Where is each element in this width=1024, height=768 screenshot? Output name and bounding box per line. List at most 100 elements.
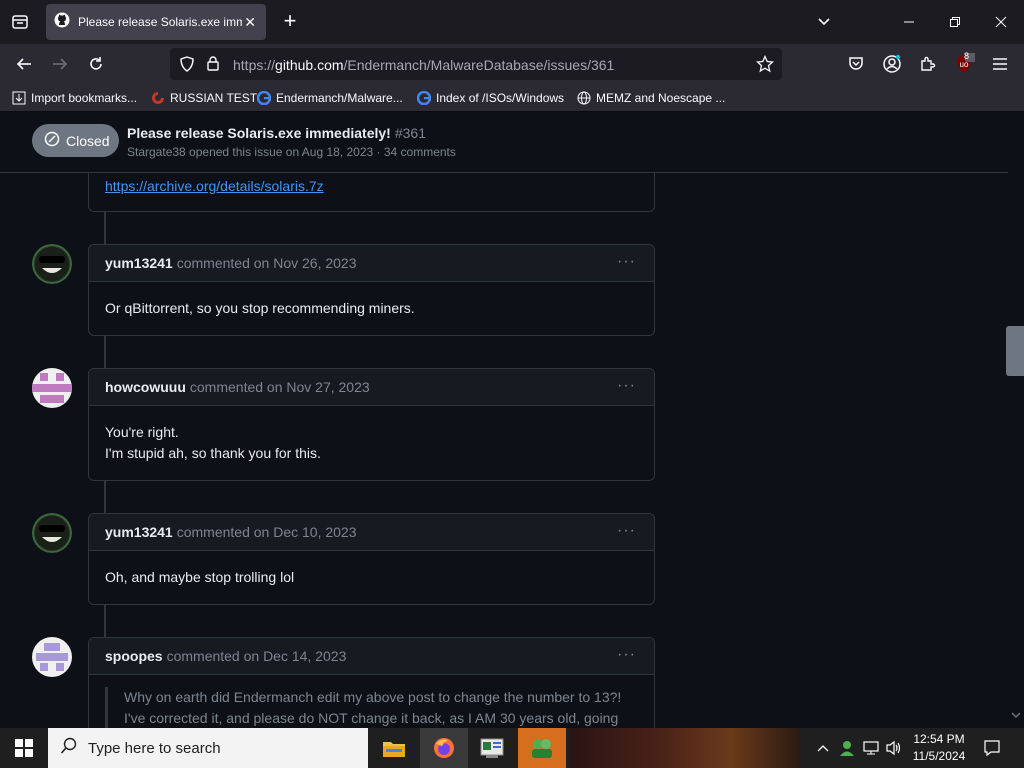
network-icon[interactable] (860, 728, 882, 768)
navigation-toolbar: https://github.com/Endermanch/MalwareDat… (0, 44, 1024, 84)
restore-icon[interactable] (943, 10, 967, 34)
bookmark-label: Endermanch/Malware... (276, 91, 403, 105)
search-placeholder: Type here to search (88, 739, 221, 757)
avatar[interactable] (32, 513, 72, 553)
avatar[interactable] (32, 637, 72, 677)
search-icon (60, 737, 78, 760)
url-text[interactable]: https://github.com/Endermanch/MalwareDat… (233, 57, 614, 73)
quoted-text: Why on earth did Endermanch edit my abov… (105, 687, 638, 728)
bookmark-label: Import bookmarks... (31, 91, 138, 105)
bookmark-label: MEMZ and Noescape ... (596, 91, 726, 105)
avatar[interactable] (32, 244, 72, 284)
address-bar[interactable]: https://github.com/Endermanch/MalwareDat… (170, 48, 782, 80)
bookmark-import[interactable]: Import bookmarks... (12, 90, 137, 106)
comment-text: I'm stupid ah, so thank you for this. (105, 445, 321, 461)
comment: spoopes commented on Dec 14, 2023 ··· Wh… (88, 637, 655, 728)
clock-date: 11/5/2024 (912, 749, 966, 763)
comment-text: Oh, and maybe stop trolling lol (105, 569, 295, 585)
issue-state-label: Closed (66, 132, 110, 149)
account-icon[interactable] (878, 50, 906, 78)
chevron-down-icon[interactable] (814, 12, 838, 32)
tab-title: Please release Solaris.exe imme (78, 15, 243, 29)
issue-state-badge: Closed (32, 124, 119, 157)
people-icon[interactable] (836, 728, 858, 768)
comment-author[interactable]: spoopes (105, 648, 163, 664)
comment: howcowuuu commented on Nov 27, 2023 ··· … (88, 368, 655, 481)
comment-author[interactable]: yum13241 (105, 524, 173, 540)
bookmark-index-isos[interactable]: Index of /ISOs/Windows (417, 90, 564, 106)
control-panel-icon[interactable] (468, 728, 516, 768)
side-panel-handle[interactable] (1006, 326, 1024, 376)
reload-icon[interactable] (82, 50, 110, 78)
comment-text: Or qBittorrent, so you stop recommending… (105, 300, 415, 316)
back-arrow-icon[interactable] (10, 50, 38, 78)
tab-list-icon[interactable] (6, 8, 34, 36)
windows-start-icon[interactable] (0, 728, 48, 768)
issue-number: #361 (394, 125, 426, 141)
bookmark-star-icon[interactable] (755, 54, 775, 78)
comment-header: howcowuuu commented on Nov 27, 2023 ··· (89, 369, 654, 406)
comment-date[interactable]: commented on Dec 10, 2023 (177, 524, 357, 540)
scrollbar[interactable] (1008, 113, 1024, 728)
bookmark-endermanch[interactable]: Endermanch/Malware... (257, 90, 403, 106)
minimize-icon[interactable] (897, 10, 921, 34)
file-explorer-icon[interactable] (370, 728, 418, 768)
clock-time: 12:54 PM (913, 732, 965, 746)
comment-date[interactable]: commented on Dec 14, 2023 (167, 648, 347, 664)
archive-link[interactable]: https://archive.org/details/solaris.7z (105, 178, 324, 194)
comment: yum13241 commented on Dec 10, 2023 ··· O… (88, 513, 655, 605)
ublock-icon[interactable]: uo 8 (950, 50, 978, 78)
globe-icon (577, 91, 591, 105)
more-options-icon[interactable]: ··· (617, 522, 636, 540)
more-options-icon[interactable]: ··· (617, 646, 636, 664)
github-issue-page: Closed Please release Solaris.exe immedi… (0, 113, 1008, 728)
extensions-icon[interactable] (914, 50, 942, 78)
comment-text: You're right. (105, 424, 179, 440)
google-icon (417, 91, 431, 105)
bookmark-memz[interactable]: MEMZ and Noescape ... (577, 90, 725, 106)
pocket-icon[interactable] (842, 50, 870, 78)
bookmark-label: Index of /ISOs/Windows (436, 91, 565, 105)
issue-meta: Stargate38 opened this issue on Aug 18, … (127, 145, 456, 159)
windows-taskbar: Type here to search 12:54 PM 11/5/2024 (0, 728, 1024, 768)
tab-close-icon[interactable]: ✕ (242, 14, 258, 31)
taskbar-clock[interactable]: 12:54 PM 11/5/2024 (906, 731, 972, 765)
more-options-icon[interactable]: ··· (617, 253, 636, 271)
comment-body: You're right. I'm stupid ah, so thank yo… (89, 406, 654, 480)
comment-header: yum13241 commented on Dec 10, 2023 ··· (89, 514, 654, 551)
bookmark-russian-test[interactable]: RUSSIAN TEST (151, 90, 257, 106)
timeline-connector (104, 480, 106, 514)
new-tab-icon[interactable]: + (278, 9, 302, 35)
forward-arrow-icon[interactable] (46, 50, 74, 78)
tab-active[interactable]: Please release Solaris.exe imme ✕ (46, 4, 266, 40)
comment-body: Why on earth did Endermanch edit my abov… (89, 675, 654, 728)
github-icon (54, 12, 70, 33)
taskbar-search[interactable]: Type here to search (48, 728, 368, 768)
chevron-up-icon[interactable] (812, 728, 834, 768)
comment-header: spoopes commented on Dec 14, 2023 ··· (89, 638, 654, 675)
lock-icon[interactable] (206, 55, 220, 77)
volume-icon[interactable] (883, 728, 905, 768)
comment-author[interactable]: yum13241 (105, 255, 173, 271)
firefox-icon[interactable] (420, 728, 468, 768)
comment-author[interactable]: howcowuuu (105, 379, 186, 395)
comment-header: yum13241 commented on Nov 26, 2023 ··· (89, 245, 654, 282)
comment-date[interactable]: commented on Nov 27, 2023 (190, 379, 370, 395)
issue-sticky-header: Closed Please release Solaris.exe immedi… (0, 113, 1008, 173)
window-close-icon[interactable] (989, 10, 1013, 34)
tab-bar: Please release Solaris.exe imme ✕ + (0, 0, 1024, 44)
import-icon (12, 91, 26, 105)
timeline-connector (104, 604, 106, 638)
app-icon[interactable] (518, 728, 566, 768)
tracking-protection-icon[interactable] (179, 56, 195, 77)
comment: yum13241 commented on Nov 26, 2023 ··· O… (88, 244, 655, 336)
ublock-badge: 8 (964, 51, 970, 61)
menu-icon[interactable] (986, 50, 1014, 78)
more-options-icon[interactable]: ··· (617, 377, 636, 395)
notifications-icon[interactable] (978, 728, 1006, 768)
bookmark-label: RUSSIAN TEST (170, 91, 258, 105)
issue-title: Please release Solaris.exe immediately! #… (127, 125, 426, 141)
comment-date[interactable]: commented on Nov 26, 2023 (177, 255, 357, 271)
closed-circle-icon (44, 131, 60, 150)
avatar[interactable] (32, 368, 72, 408)
